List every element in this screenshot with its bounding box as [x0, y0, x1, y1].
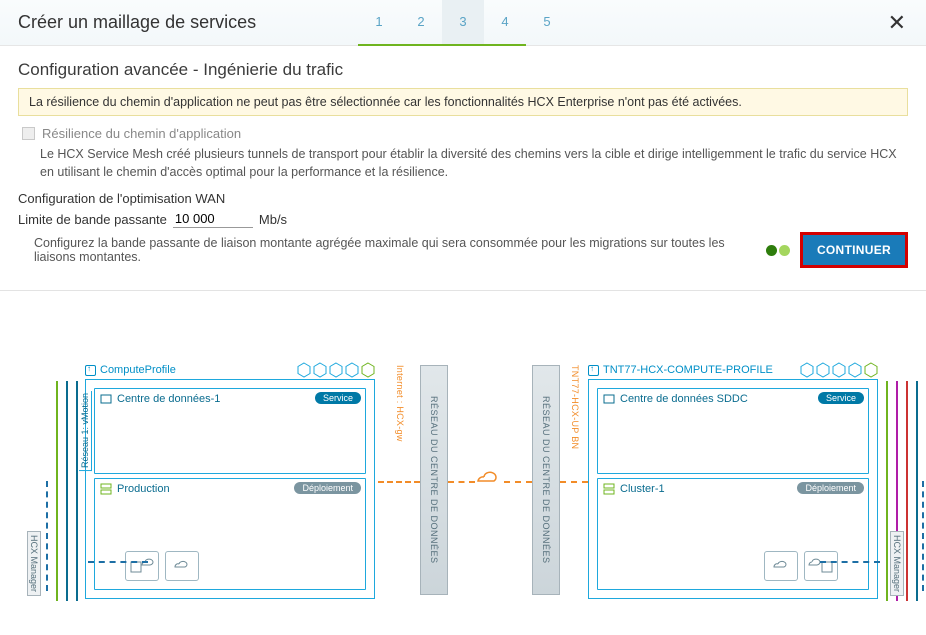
- right-deploy-badge: Déploiement: [797, 482, 864, 494]
- blue-conn-l1: [88, 561, 148, 563]
- cloud-appliance-icon: [764, 551, 798, 581]
- status-dots: [766, 245, 790, 256]
- wan-section-title: Configuration de l'optimisation WAN: [0, 191, 926, 210]
- wizard-title: Créer un maillage de services: [18, 12, 256, 33]
- step-4[interactable]: 4: [484, 0, 526, 46]
- rail-right-3: [906, 381, 908, 601]
- profile-icon: [85, 365, 96, 376]
- appliance-icon: [125, 551, 159, 581]
- cluster-icon: [603, 483, 615, 495]
- resilience-checkbox-row: Résilience du chemin d'application: [0, 124, 926, 143]
- rail-left-3: [76, 381, 78, 601]
- pillar-side-label-left: Internet : HCX-gw: [395, 365, 405, 442]
- pillar-side-label-right: TNT77-HCX-UP BN: [570, 365, 580, 449]
- rail-right-4: [916, 381, 918, 601]
- dash-link-1: [378, 481, 420, 483]
- left-cluster-name: Production: [117, 483, 170, 495]
- bandwidth-limit-input[interactable]: [173, 210, 253, 228]
- blue-conn-r1: [820, 561, 880, 563]
- datacenter-icon: [100, 393, 112, 405]
- warning-banner: La résilience du chemin d'application ne…: [18, 88, 908, 116]
- dash-left: [46, 481, 48, 591]
- left-capability-icons: [297, 363, 375, 377]
- left-service-badge: Service: [315, 392, 361, 404]
- left-profile-name: ComputeProfile: [100, 364, 176, 376]
- left-datacenter-box: Réseau 1: vMotion Centre de données-1 Se…: [94, 388, 366, 474]
- cloud-appliance-icon: [165, 551, 199, 581]
- dash-link-4: [560, 481, 588, 483]
- rail-left-1: [56, 381, 58, 601]
- left-net-label-1: Réseau 1: vMotion: [79, 391, 92, 471]
- step-1[interactable]: 1: [358, 0, 400, 46]
- left-profile: ComputeProfile Réseau 1: vMotion Centre …: [85, 361, 375, 599]
- rail-right-1: [886, 381, 888, 601]
- dash-link-2: [448, 481, 475, 483]
- appliance-icon: [804, 551, 838, 581]
- right-datacenter-name: Centre de données SDDC: [620, 393, 748, 405]
- left-appliance-icons: [125, 551, 199, 581]
- resilience-description: Le HCX Service Mesh créé plusieurs tunne…: [0, 143, 926, 191]
- cluster-icon: [100, 483, 112, 495]
- topology-diagram: ComputeProfile Réseau 1: vMotion Centre …: [0, 361, 926, 635]
- dash-right: [922, 481, 924, 591]
- right-cluster-name: Cluster-1: [620, 483, 665, 495]
- right-appliance-icons: [764, 551, 838, 581]
- right-datacenter-box: Centre de données SDDC Service: [597, 388, 869, 474]
- right-profile-name: TNT77-HCX-COMPUTE-PROFILE: [603, 364, 773, 376]
- left-deploy-badge: Déploiement: [294, 482, 361, 494]
- profile-icon: [588, 365, 599, 376]
- right-capability-icons: [800, 363, 878, 377]
- bandwidth-help-text: Configurez la bande passante de liaison …: [34, 236, 766, 264]
- left-cluster-box: Production Déploiement: [94, 478, 366, 590]
- center-pillar-right: RÉSEAU DU CENTRE DE DONNÉES: [532, 365, 560, 595]
- datacenter-icon: [603, 393, 615, 405]
- bandwidth-limit-unit: Mb/s: [259, 212, 287, 227]
- wizard-steps: 1 2 3 4 5: [358, 0, 568, 46]
- hcx-manager-right: HCX Manager: [890, 531, 904, 596]
- resilience-checkbox-label: Résilience du chemin d'application: [42, 126, 241, 141]
- center-pillar-left: RÉSEAU DU CENTRE DE DONNÉES: [420, 365, 448, 595]
- page-subtitle: Configuration avancée - Ingénierie du tr…: [0, 46, 926, 88]
- left-datacenter-name: Centre de données-1: [117, 393, 220, 405]
- resilience-checkbox: [22, 127, 35, 140]
- close-icon[interactable]: ✕: [882, 10, 912, 36]
- step-3[interactable]: 3: [442, 0, 484, 46]
- continue-button[interactable]: CONTINUER: [800, 232, 908, 268]
- step-2[interactable]: 2: [400, 0, 442, 46]
- cloud-icon: [473, 469, 507, 496]
- rail-left-2: [66, 381, 68, 601]
- bandwidth-limit-label: Limite de bande passante: [18, 212, 167, 227]
- hcx-manager-left: HCX Manager: [27, 531, 41, 596]
- step-5[interactable]: 5: [526, 0, 568, 46]
- right-profile: TNT77-HCX-COMPUTE-PROFILE Centre de donn…: [588, 361, 878, 599]
- dash-link-3: [504, 481, 532, 483]
- right-service-badge: Service: [818, 392, 864, 404]
- right-cluster-box: Cluster-1 Déploiement: [597, 478, 869, 590]
